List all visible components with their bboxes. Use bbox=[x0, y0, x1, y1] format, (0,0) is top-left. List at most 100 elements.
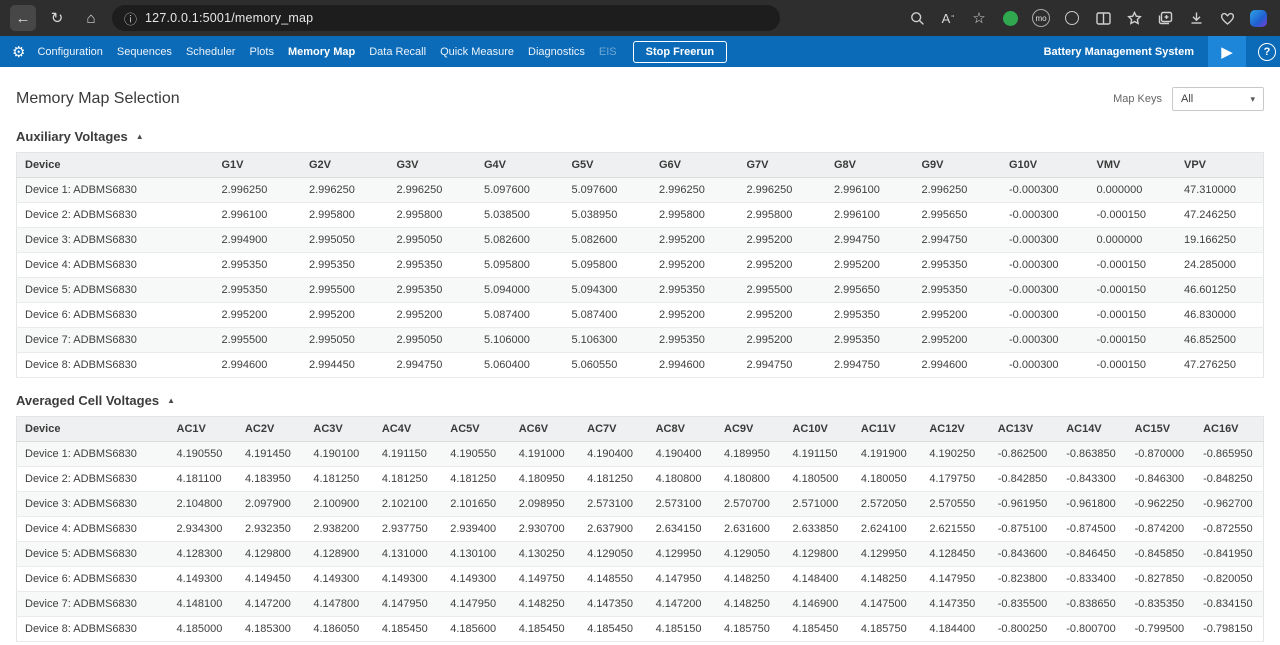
table-row[interactable]: Device 7: ADBMS68304.1481004.1472004.147… bbox=[17, 592, 1264, 617]
value-cell: 47.246250 bbox=[1176, 203, 1264, 228]
device-cell: Device 8: ADBMS6830 bbox=[17, 617, 169, 642]
table-row[interactable]: Device 4: ADBMS68302.9343002.9323502.938… bbox=[17, 517, 1264, 542]
copilot-icon[interactable] bbox=[1246, 5, 1270, 31]
table-row[interactable]: Device 2: ADBMS68304.1811004.1839504.181… bbox=[17, 467, 1264, 492]
device-cell: Device 4: ADBMS6830 bbox=[17, 253, 214, 278]
url-text[interactable]: 127.0.0.1:5001/memory_map bbox=[145, 11, 313, 25]
help-button[interactable]: ? bbox=[1258, 43, 1276, 61]
table-row[interactable]: Device 6: ADBMS68304.1493004.1494504.149… bbox=[17, 567, 1264, 592]
extension-ring-icon[interactable] bbox=[1060, 5, 1084, 31]
value-cell: 4.181250 bbox=[374, 467, 442, 492]
table-row[interactable]: Device 4: ADBMS68302.9953502.9953502.995… bbox=[17, 253, 1264, 278]
table-row[interactable]: Device 8: ADBMS68304.1850004.1853004.186… bbox=[17, 617, 1264, 642]
value-cell: -0.835350 bbox=[1127, 592, 1195, 617]
table-row[interactable]: Device 8: ADBMS68302.9946002.9944502.994… bbox=[17, 353, 1264, 378]
value-cell: 4.147950 bbox=[921, 567, 989, 592]
settings-gear-icon[interactable]: ⚙ bbox=[12, 43, 25, 61]
value-cell: 2.101650 bbox=[442, 492, 510, 517]
column-header: VMV bbox=[1089, 153, 1177, 178]
profile-avatar[interactable]: mo bbox=[1029, 5, 1053, 31]
split-screen-icon[interactable] bbox=[1091, 5, 1115, 31]
table-row[interactable]: Device 3: ADBMS68302.9949002.9950502.995… bbox=[17, 228, 1264, 253]
table-row[interactable]: Device 1: ADBMS68304.1905504.1914504.190… bbox=[17, 442, 1264, 467]
downloads-icon[interactable] bbox=[1184, 5, 1208, 31]
map-keys-control: Map Keys All ▾ bbox=[1113, 87, 1264, 111]
value-cell: 4.180500 bbox=[784, 467, 852, 492]
main-navigation: Configuration Sequences Scheduler Plots … bbox=[37, 46, 616, 58]
table-row[interactable]: Device 7: ADBMS68302.9955002.9950502.995… bbox=[17, 328, 1264, 353]
value-cell: 2.995800 bbox=[739, 203, 827, 228]
value-cell: 2.995650 bbox=[826, 278, 914, 303]
nav-item-diagnostics[interactable]: Diagnostics bbox=[528, 46, 585, 58]
value-cell: 2.100900 bbox=[305, 492, 373, 517]
nav-item-eis[interactable]: EIS bbox=[599, 46, 617, 58]
device-cell: Device 8: ADBMS6830 bbox=[17, 353, 214, 378]
column-header: G5V bbox=[564, 153, 652, 178]
collections-icon[interactable] bbox=[1153, 5, 1177, 31]
stop-freerun-button[interactable]: Stop Freerun bbox=[633, 41, 727, 63]
site-info-icon[interactable]: ⓘ bbox=[124, 9, 137, 28]
value-cell: 2.995200 bbox=[389, 303, 477, 328]
value-cell: 2.995800 bbox=[301, 203, 389, 228]
value-cell: 4.129050 bbox=[579, 542, 647, 567]
nav-item-memory-map[interactable]: Memory Map bbox=[288, 46, 355, 58]
chevron-down-icon: ▾ bbox=[1250, 94, 1255, 105]
value-cell: 2.995200 bbox=[826, 253, 914, 278]
value-cell: 4.147200 bbox=[237, 592, 305, 617]
extension-green-icon[interactable] bbox=[998, 5, 1022, 31]
value-cell: 2.995350 bbox=[914, 278, 1002, 303]
value-cell: 2.995800 bbox=[651, 203, 739, 228]
nav-item-quick-measure[interactable]: Quick Measure bbox=[440, 46, 514, 58]
value-cell: 2.994600 bbox=[651, 353, 739, 378]
device-cell: Device 5: ADBMS6830 bbox=[17, 278, 214, 303]
home-icon[interactable]: ⌂ bbox=[78, 5, 104, 31]
map-keys-label: Map Keys bbox=[1113, 93, 1162, 105]
value-cell: 4.191000 bbox=[511, 442, 579, 467]
value-cell: 4.147350 bbox=[921, 592, 989, 617]
map-keys-dropdown[interactable]: All ▾ bbox=[1172, 87, 1264, 111]
averaged-cell-voltages-header[interactable]: Averaged Cell Voltages ▲ bbox=[16, 393, 175, 408]
value-cell: -0.870000 bbox=[1127, 442, 1195, 467]
value-cell: 4.147950 bbox=[442, 592, 510, 617]
favorite-star-icon[interactable]: ☆ bbox=[967, 5, 991, 31]
zoom-search-icon[interactable] bbox=[905, 5, 929, 31]
value-cell: 2.995200 bbox=[914, 328, 1002, 353]
averaged-cell-voltages-table: DeviceAC1VAC2VAC3VAC4VAC5VAC6VAC7VAC8VAC… bbox=[16, 416, 1264, 642]
value-cell: 4.128450 bbox=[921, 542, 989, 567]
browser-essentials-icon[interactable] bbox=[1215, 5, 1239, 31]
auxiliary-voltages-header[interactable]: Auxiliary Voltages ▲ bbox=[16, 129, 144, 144]
value-cell: 4.186050 bbox=[305, 617, 373, 642]
table-row[interactable]: Device 3: ADBMS68302.1048002.0979002.100… bbox=[17, 492, 1264, 517]
value-cell: 0.000000 bbox=[1089, 178, 1177, 203]
value-cell: 4.148250 bbox=[716, 567, 784, 592]
column-header: AC12V bbox=[921, 417, 989, 442]
table-row[interactable]: Device 2: ADBMS68302.9961002.9958002.995… bbox=[17, 203, 1264, 228]
table-row[interactable]: Device 5: ADBMS68304.1283004.1298004.128… bbox=[17, 542, 1264, 567]
device-cell: Device 4: ADBMS6830 bbox=[17, 517, 169, 542]
nav-item-configuration[interactable]: Configuration bbox=[37, 46, 102, 58]
device-cell: Device 2: ADBMS6830 bbox=[17, 467, 169, 492]
value-cell: -0.000150 bbox=[1089, 353, 1177, 378]
back-icon[interactable]: ← bbox=[10, 5, 36, 31]
table-row[interactable]: Device 6: ADBMS68302.9952002.9952002.995… bbox=[17, 303, 1264, 328]
table-row[interactable]: Device 1: ADBMS68302.9962502.9962502.996… bbox=[17, 178, 1264, 203]
nav-item-plots[interactable]: Plots bbox=[249, 46, 273, 58]
value-cell: 2.572050 bbox=[853, 492, 921, 517]
nav-item-sequences[interactable]: Sequences bbox=[117, 46, 172, 58]
run-button[interactable]: ▶ bbox=[1208, 36, 1246, 67]
nav-item-scheduler[interactable]: Scheduler bbox=[186, 46, 236, 58]
read-aloud-icon[interactable]: Aʹʹ bbox=[936, 5, 960, 31]
nav-item-data-recall[interactable]: Data Recall bbox=[369, 46, 426, 58]
refresh-icon[interactable]: ↻ bbox=[44, 5, 70, 31]
favorites-hub-icon[interactable] bbox=[1122, 5, 1146, 31]
value-cell: 2.995200 bbox=[651, 228, 739, 253]
value-cell: 2.995200 bbox=[739, 328, 827, 353]
value-cell: 5.087400 bbox=[476, 303, 564, 328]
value-cell: -0.000300 bbox=[1001, 353, 1089, 378]
column-header: AC16V bbox=[1195, 417, 1263, 442]
value-cell: 4.185000 bbox=[169, 617, 237, 642]
value-cell: 5.097600 bbox=[564, 178, 652, 203]
table-row[interactable]: Device 5: ADBMS68302.9953502.9955002.995… bbox=[17, 278, 1264, 303]
value-cell: 4.147950 bbox=[374, 592, 442, 617]
address-bar[interactable]: ⓘ 127.0.0.1:5001/memory_map bbox=[112, 5, 780, 31]
